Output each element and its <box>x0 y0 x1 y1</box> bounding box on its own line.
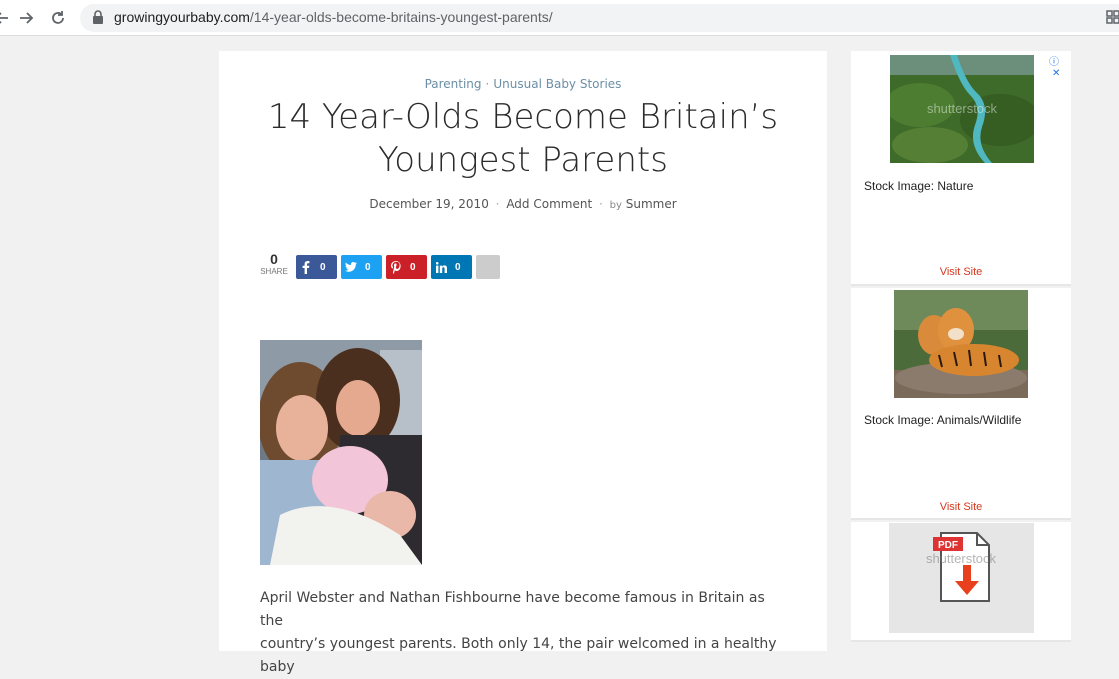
pinterest-share-count: 0 <box>410 261 416 273</box>
article-meta: December 19, 2010 · Add Comment · by Sum… <box>219 197 827 211</box>
pinterest-share-button[interactable]: 0 <box>386 255 427 279</box>
ad-watermark-3: shutterstock <box>926 551 997 566</box>
category-link-parenting[interactable]: Parenting <box>425 77 482 91</box>
facebook-share-count: 0 <box>320 261 326 273</box>
article-title-line-2: Youngest Parents <box>378 140 668 180</box>
article-photo <box>260 340 422 565</box>
share-label: SHARE <box>260 267 288 276</box>
url-domain: growingyourbaby.com <box>114 9 250 25</box>
by-label: by <box>609 200 622 211</box>
category-separator: · <box>485 77 490 91</box>
adchoices-controls: ⓘ ✕ <box>1049 53 1071 79</box>
extensions-icon[interactable] <box>1106 10 1119 24</box>
ad-watermark-1: shutterstock <box>927 101 998 116</box>
twitter-share-button[interactable]: 0 <box>341 255 382 279</box>
pdf-badge-label: PDF <box>938 540 958 551</box>
share-counter: 0 SHARE <box>260 252 288 277</box>
post-date: December 19, 2010 <box>369 197 489 211</box>
twitter-icon <box>341 255 361 279</box>
facebook-icon <box>296 255 316 279</box>
meta-separator: · <box>495 197 500 211</box>
add-comment-link[interactable]: Add Comment <box>506 197 592 211</box>
url-text[interactable]: growingyourbaby.com/14-year-olds-become-… <box>114 9 553 25</box>
more-share-button[interactable] <box>476 255 500 279</box>
back-arrow-icon[interactable] <box>0 6 14 30</box>
category-link-unusual-baby-stories[interactable]: Unusual Baby Stories <box>493 77 621 91</box>
linkedin-share-count: 0 <box>455 261 461 273</box>
ad-image-nature[interactable]: shutterstock <box>890 55 1034 163</box>
close-icon[interactable]: ✕ <box>1052 68 1060 79</box>
linkedin-share-button[interactable]: 0 <box>431 255 472 279</box>
sidebar-ad-nature[interactable]: ⓘ ✕ shutterstock Stock Image: Nature Vis… <box>851 51 1071 286</box>
visit-site-link-1[interactable]: Visit Site <box>851 266 1071 278</box>
share-total-count: 0 <box>270 251 278 267</box>
facebook-share-button[interactable]: 0 <box>296 255 337 279</box>
url-path: /14-year-olds-become-britains-youngest-p… <box>249 9 553 25</box>
category-links: Parenting · Unusual Baby Stories <box>219 77 827 91</box>
ad-caption-wildlife[interactable]: Stock Image: Animals/Wildlife <box>864 413 1021 427</box>
forward-arrow-icon[interactable] <box>14 6 38 30</box>
linkedin-icon <box>431 255 451 279</box>
article-body-line-2: country’s youngest parents. Both only 14… <box>260 636 777 675</box>
twitter-share-count: 0 <box>365 261 371 273</box>
article-card: Parenting · Unusual Baby Stories 14 Year-O… <box>219 51 827 675</box>
lock-icon <box>92 10 106 26</box>
article-title-line-1: 14 Year-Olds Become Britain’s <box>267 97 779 137</box>
sidebar-ad-pdf[interactable]: PDF shutterstock <box>851 522 1071 642</box>
article-title: 14 Year-Olds Become Britain’s Youngest P… <box>249 96 797 182</box>
sidebar-ad-wildlife[interactable]: Stock Image: Animals/Wildlife Visit Site <box>851 288 1071 520</box>
pinterest-icon <box>386 255 406 279</box>
visit-site-link-2[interactable]: Visit Site <box>851 501 1071 513</box>
meta-separator-2: · <box>598 197 603 211</box>
ad-caption-nature[interactable]: Stock Image: Nature <box>864 179 973 193</box>
article-body-line-1: April Webster and Nathan Fishbourne have… <box>260 590 765 629</box>
author-link[interactable]: Summer <box>626 197 677 211</box>
reload-icon[interactable] <box>46 6 70 30</box>
browser-toolbar: growingyourbaby.com/14-year-olds-become-… <box>0 0 1119 36</box>
download-arrow-icon <box>963 565 971 583</box>
adchoices-icon[interactable]: ⓘ <box>1049 57 1059 68</box>
article-body: April Webster and Nathan Fishbourne have… <box>260 587 790 679</box>
ad-image-pdf[interactable]: PDF shutterstock <box>889 523 1034 633</box>
ad-image-tigers[interactable] <box>894 290 1028 398</box>
